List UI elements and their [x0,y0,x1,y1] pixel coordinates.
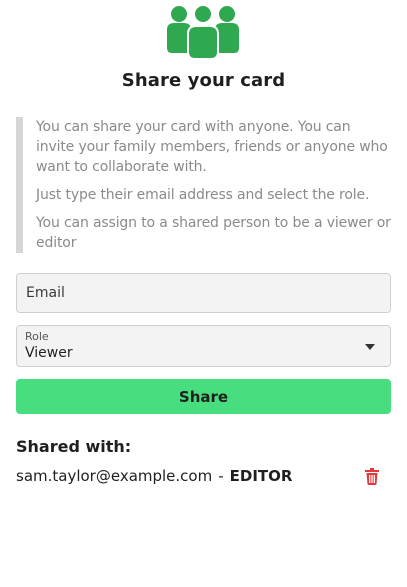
role-value: Viewer [25,345,73,361]
email-input[interactable] [17,274,390,312]
shared-entry-email: sam.taylor@example.com [16,467,213,485]
info-callout: You can share your card with anyone. You… [16,117,391,253]
shared-entry: sam.taylor@example.com - EDITOR [16,465,391,489]
role-select[interactable]: Role Viewer [16,325,391,367]
shared-entry-role: EDITOR [229,467,293,485]
trash-icon[interactable] [365,468,379,485]
shared-entry-text: sam.taylor@example.com - EDITOR [16,467,292,485]
group-of-people-icon [167,4,239,60]
share-button[interactable]: Share [16,379,391,414]
info-paragraph: You can assign to a shared person to be … [36,215,391,251]
shared-entry-separator: - [218,467,224,485]
email-field-container [16,273,391,313]
page-title: Share your card [121,70,286,91]
caret-down-icon [365,344,375,350]
role-label: Role [25,330,49,343]
shared-with-heading: Shared with: [16,437,132,456]
info-paragraph: You can share your card with anyone. You… [36,119,388,175]
info-paragraph: Just type their email address and select… [36,187,370,203]
